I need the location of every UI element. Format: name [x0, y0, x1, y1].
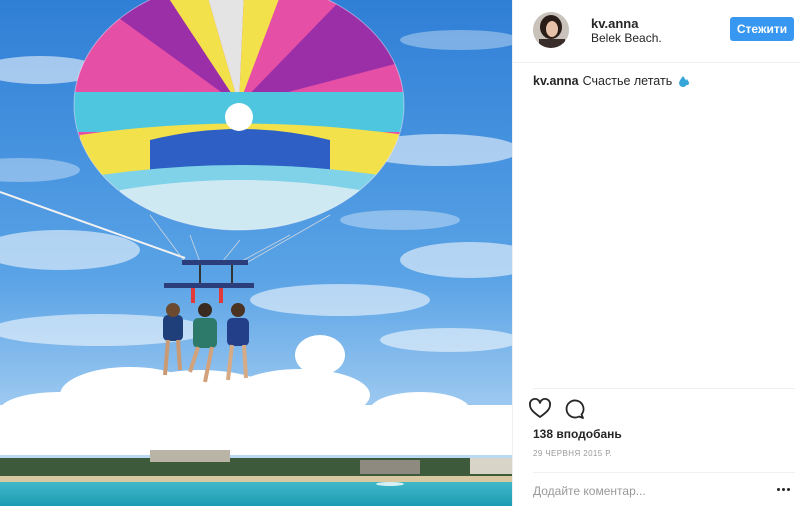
caption: kv.anna Счастье летать: [533, 74, 690, 90]
post-dialog: kv.anna Belek Beach. Стежити kv.anna Счас…: [0, 0, 800, 506]
droplet-emoji-icon: [678, 75, 690, 90]
comment-bar: [533, 472, 795, 507]
post-date: 29 ЧЕРВНЯ 2015 Р.: [533, 449, 613, 458]
comment-input[interactable]: [533, 482, 753, 500]
more-options-icon[interactable]: [777, 485, 793, 495]
heart-icon[interactable]: [527, 396, 553, 422]
divider: [533, 388, 795, 389]
post-header: kv.anna Belek Beach. Стежити: [513, 0, 800, 63]
parasailing-photo: [0, 0, 512, 506]
location-link[interactable]: Belek Beach.: [591, 31, 662, 45]
likes-count[interactable]: 138 вподобань: [533, 427, 622, 441]
avatar-image: [533, 12, 569, 48]
username-link[interactable]: kv.anna: [591, 16, 638, 31]
caption-username-link[interactable]: kv.anna: [533, 74, 579, 88]
follow-button[interactable]: Стежити: [730, 17, 794, 41]
post-photo[interactable]: [0, 0, 512, 506]
comment-icon[interactable]: [561, 396, 587, 422]
caption-text: Счастье летать: [582, 74, 673, 88]
post-sidebar: kv.anna Belek Beach. Стежити kv.anna Счас…: [512, 0, 800, 506]
avatar[interactable]: [533, 12, 569, 48]
